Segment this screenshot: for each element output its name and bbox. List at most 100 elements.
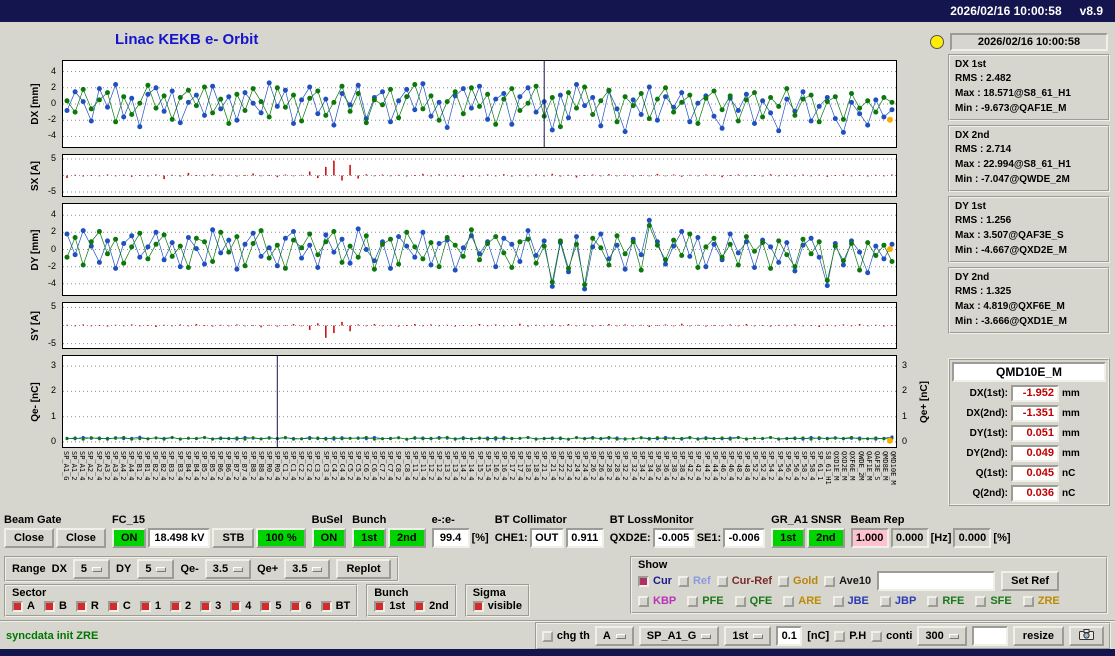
stat-title: DY 2nd <box>955 272 990 283</box>
checkbox-sector-4[interactable]: 4 <box>230 600 251 612</box>
label-se1-label: SE1: <box>696 532 722 544</box>
x-tick-label: SP_11_4 <box>418 451 427 481</box>
y-tick-label: -2 <box>47 114 56 125</box>
x-tick-label: SP_42_4 <box>694 451 703 481</box>
y-tick-label: 1 <box>902 410 908 421</box>
checkbox-sector-bt[interactable]: BT <box>320 600 350 612</box>
indicator-gr-a1-2nd[interactable]: 2nd <box>807 528 845 548</box>
monitor-row-unit: mm <box>1062 388 1080 399</box>
checkbox-sector-b[interactable]: B <box>43 600 67 612</box>
monitor-panel: QMD10E_M DX(1st): -1.952 mm DX(2nd): -1.… <box>948 358 1110 506</box>
x-tick-label: SP_21_2 <box>540 451 549 481</box>
x-tick-label: SP_44_2 <box>702 451 711 481</box>
x-tick-label: SP_A2_2 <box>86 451 95 481</box>
checkbox-conti-toggle[interactable]: conti <box>871 630 912 642</box>
checkbox-show-gold[interactable]: Gold <box>778 575 818 587</box>
x-tick-label: SP_38_2 <box>670 451 679 481</box>
button-replot[interactable]: Replot <box>336 559 391 579</box>
checkbox-chg-th[interactable]: chg th <box>541 630 590 642</box>
plot-dy-canvas <box>63 214 896 292</box>
dropdown-range-dx[interactable]: 5 <box>72 559 111 579</box>
dropdown-interval-select[interactable]: 300 <box>917 626 967 646</box>
indicator-bunch-2nd[interactable]: 2nd <box>388 528 426 548</box>
stat-group-dx-1st: DX 1st RMS : 2.482 Max : 18.571@S8_61_H1… <box>948 54 1110 121</box>
checkbox-show-jbe[interactable]: JBE <box>832 595 869 607</box>
y-tick-label: -5 <box>47 186 56 197</box>
checkbox-bunch-show-1st[interactable]: 1st <box>374 600 405 612</box>
checkbox-show-rfe[interactable]: RFE <box>927 595 964 607</box>
button-beam-gate-close-1[interactable]: Close <box>4 528 54 548</box>
indicator-fc15-on[interactable]: ON <box>111 528 147 548</box>
checkbox-sector-2[interactable]: 2 <box>169 600 191 612</box>
show-row-1: Cur Ref Cur-Ref Gold Ave10 Set Ref <box>638 571 1103 591</box>
x-tick-label: SP_A1_4 <box>78 451 87 481</box>
checkbox-show-sfe[interactable]: SFE <box>975 595 1012 607</box>
field-threshold-value[interactable]: 0.1 <box>776 626 803 646</box>
x-tick-label: SP_58_4 <box>807 451 816 481</box>
x-tick-label: SP_14_4 <box>467 451 476 481</box>
range-row: Range DX 5 DY 5 Qe- 3.5 Qe+ 3.5 Replot <box>4 556 399 582</box>
indicator-busel-on[interactable]: ON <box>311 528 347 548</box>
plot-dx: DX [mm] 4 2 0 -2 -4 <box>0 60 940 148</box>
checkbox-show-jbp[interactable]: JBP <box>879 595 916 607</box>
stat-title: DX 1st <box>955 59 987 70</box>
monitor-row-label: DX(2nd): <box>966 408 1008 419</box>
dropdown-device-select[interactable]: SP_A1_G <box>638 626 720 646</box>
dropdown-sector-select[interactable]: A <box>594 626 634 646</box>
y-tick-label: -5 <box>47 337 56 348</box>
button-snapshot[interactable] <box>1069 626 1104 646</box>
checkbox-sector-6[interactable]: 6 <box>290 600 312 612</box>
field-e-ratio-value: 99.4 <box>431 528 470 548</box>
button-set-ref[interactable]: Set Ref <box>1001 571 1060 591</box>
button-resize[interactable]: resize <box>1012 626 1064 646</box>
stat-rms: RMS : 1.325 <box>955 286 1012 297</box>
indicator-gr-a1-1st[interactable]: 1st <box>771 528 806 548</box>
x-tick-label: SP_C6_4 <box>370 451 379 481</box>
checkbox-sector-3[interactable]: 3 <box>200 600 221 612</box>
monitor-row: Q(2nd): 0.036 nC <box>952 485 1106 502</box>
checkbox-show-are[interactable]: ARE <box>783 595 822 607</box>
checkbox-show-cur[interactable]: Cur <box>638 575 672 587</box>
checkbox-box-icon <box>43 600 55 612</box>
dropdown-bunch-select[interactable]: 1st <box>724 626 772 646</box>
group-label: Bunch <box>352 514 387 526</box>
x-tick-label: SP_C5_2 <box>345 451 354 481</box>
x-tick-label: SP_36_2 <box>653 451 662 481</box>
monitor-row-unit: mm <box>1062 408 1080 419</box>
checkbox-ph-toggle[interactable]: P.H <box>834 630 866 642</box>
checkbox-show-ref[interactable]: Ref <box>677 575 711 587</box>
label-qe: Qe+ <box>257 563 279 575</box>
checkbox-show-ave10[interactable]: Ave10 <box>824 575 871 587</box>
camera-icon <box>1079 629 1094 643</box>
checkbox-show-kbp[interactable]: KBP <box>638 595 676 607</box>
checkbox-sector-1[interactable]: 1 <box>139 600 161 612</box>
checkbox-sector-c[interactable]: C <box>107 600 131 612</box>
checkbox-box-icon <box>260 600 272 612</box>
dropdown-range-dy[interactable]: 5 <box>137 559 175 579</box>
plot-qe: Qe- [nC] 3 2 1 0 Qe+ [nC] 3 2 1 0 <box>0 355 940 448</box>
checkbox-sigma-visible[interactable]: visible <box>472 600 522 612</box>
field-interval-entry[interactable] <box>971 626 1008 646</box>
checkbox-show-zre[interactable]: ZRE <box>1022 595 1060 607</box>
dropdown-range-qe-minus[interactable]: 3.5 <box>204 559 252 579</box>
dropdown-range-qe-plus[interactable]: 3.5 <box>284 559 331 579</box>
checkbox-sector-5[interactable]: 5 <box>260 600 281 612</box>
checkbox-show-cur-ref[interactable]: Cur-Ref <box>716 575 772 587</box>
checkbox-show-pfe[interactable]: PFE <box>687 595 724 607</box>
checkbox-show-qfe[interactable]: QFE <box>734 595 772 607</box>
checkbox-sector-a[interactable]: A <box>12 600 35 612</box>
field-che1-value: 0.911 <box>565 528 604 548</box>
x-tick-label: SP_11_2 <box>410 451 419 481</box>
indicator-bunch-1st[interactable]: 1st <box>352 528 387 548</box>
field-ref-file[interactable] <box>877 571 996 591</box>
checkbox-bunch-show-2nd[interactable]: 2nd <box>414 600 449 612</box>
plot-sx-canvas <box>63 158 896 193</box>
monitor-row-label: Q(2nd): <box>972 488 1008 499</box>
checkbox-sector-r[interactable]: R <box>75 600 99 612</box>
button-fc15-stb[interactable]: STB <box>212 528 255 548</box>
button-beam-gate-close-2[interactable]: Close <box>55 528 106 548</box>
x-tick-label: SP_R0_4 <box>272 451 281 481</box>
x-tick-label: SP_52_2 <box>751 451 760 481</box>
label-range: Range <box>12 563 46 575</box>
x-tick-label: SP_34_2 <box>637 451 646 481</box>
